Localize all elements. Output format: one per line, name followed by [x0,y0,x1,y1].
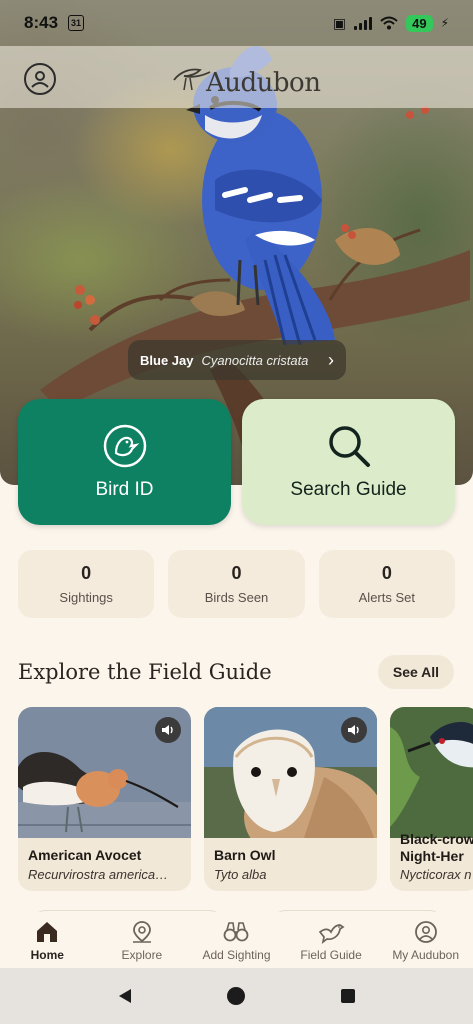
home-icon [37,922,58,942]
species-card-night-heron[interactable]: Black-crow Night-Her Nycticorax n [390,707,473,891]
hero-common-name: Blue Jay [140,352,194,368]
battery-indicator: 49 [406,14,433,32]
home-circle-icon[interactable] [226,986,246,1006]
profile-button[interactable] [24,63,56,95]
search-guide-button[interactable]: Search Guide [242,399,455,525]
card-common-name: Barn Owl [214,847,276,863]
app-header: Audubon [0,46,473,108]
alarm-icon: ▣ [332,14,347,31]
see-all-button[interactable]: See All [378,655,454,689]
wifi-icon [380,16,398,30]
nav-home[interactable]: Home [0,912,95,968]
nav-label: Explore [121,948,163,962]
calendar-icon: 31 [68,15,85,31]
search-icon [328,426,370,467]
nav-add-sighting[interactable]: Add Sighting [189,912,284,968]
hero-scientific-name: Cyanocitta cristata [201,352,309,368]
status-bar: 8:43 31 ▣ 49 ⚡ [0,0,473,46]
chevron-right-icon: › [328,349,334,370]
status-time: 8:43 [24,13,59,32]
nav-label: Add Sighting [202,948,271,962]
nav-label: Home [30,948,64,962]
bird-id-label: Bird ID [95,479,154,500]
nav-label: My Audubon [392,948,460,962]
species-card-american-avocet[interactable]: American Avocet Recurvirostra america… [18,707,191,891]
map-pin-icon [132,921,151,943]
stat-birds-seen[interactable]: 0 Birds Seen [168,550,305,618]
user-icon [414,921,437,943]
field-guide-title: Explore the Field Guide [18,660,272,684]
stat-value: 0 [81,563,92,583]
stats-row: 0 Sightings 0 Birds Seen 0 Alerts Set [18,550,455,618]
logo-text: Audubon [206,68,321,98]
stat-sightings[interactable]: 0 Sightings [18,550,155,618]
signal-icon [354,16,373,30]
recents-icon[interactable] [339,987,357,1005]
user-icon [31,71,49,88]
bird-id-icon [103,424,146,468]
nav-my-audubon[interactable]: My Audubon [378,912,473,968]
field-guide-carousel[interactable]: American Avocet Recurvirostra america… B… [18,707,473,893]
play-sound-button[interactable] [155,717,181,743]
speaker-icon [348,725,359,735]
card-scientific-name: Tyto alba [214,867,267,882]
card-common-name: Black-crow Night-Her [400,831,473,864]
stat-label: Birds Seen [204,590,269,605]
card-common-name: American Avocet [28,847,142,863]
bird-id-button[interactable]: Bird ID [18,399,231,525]
night-heron-photo [390,707,473,838]
card-scientific-name: Nycticorax n [400,867,472,882]
species-caption[interactable]: Blue Jay Cyanocitta cristata › [128,340,346,380]
nav-field-guide[interactable]: Field Guide [284,912,379,968]
play-sound-button[interactable] [341,717,367,743]
stat-value: 0 [381,563,392,583]
card-scientific-name: Recurvirostra america… [28,867,169,882]
system-navigation-bar [0,968,473,1024]
stat-label: Sightings [59,590,113,605]
search-guide-label: Search Guide [290,479,407,500]
nav-explore[interactable]: Explore [95,912,190,968]
stat-label: Alerts Set [358,590,415,605]
species-card-barn-owl[interactable]: Barn Owl Tyto alba [204,707,377,891]
speaker-icon [162,725,173,735]
stat-alerts-set[interactable]: 0 Alerts Set [318,550,455,618]
back-icon[interactable] [116,987,134,1005]
bird-icon [318,924,345,944]
stat-value: 0 [231,563,242,583]
audubon-logo: Audubon [172,56,321,98]
charging-icon: ⚡ [440,16,449,30]
nav-label: Field Guide [300,948,362,962]
bottom-navigation: Home Explore Add Sighting Field Guide My… [0,912,473,968]
binoculars-icon [224,922,249,942]
